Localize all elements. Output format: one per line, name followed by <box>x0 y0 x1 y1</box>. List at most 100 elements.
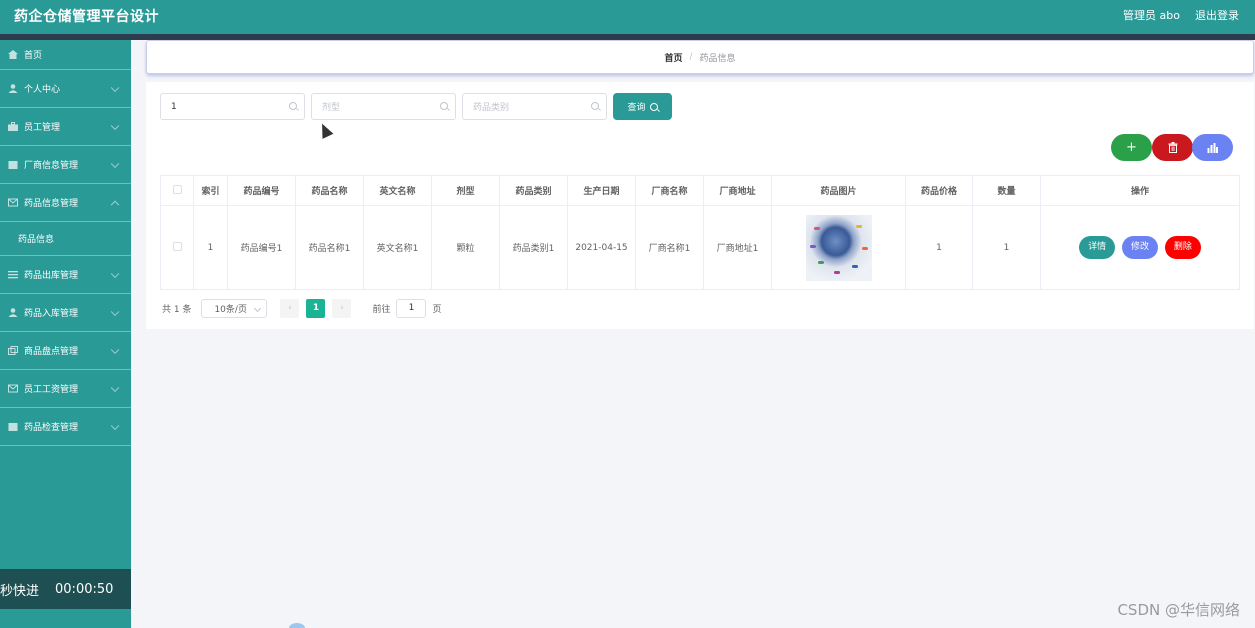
chevron-down-icon <box>110 421 120 430</box>
batch-delete-button[interactable] <box>1152 134 1193 161</box>
chevron-down-icon <box>110 121 120 130</box>
sidebar-item-label: 药品入库管理 <box>24 309 79 319</box>
column-header: 厂商地址 <box>703 175 772 206</box>
sidebar-subitem-drug-info[interactable]: 药品信息 <box>0 222 131 256</box>
vendor-name-cell: 厂商名称1 <box>635 205 704 290</box>
sidebar-item-outbound[interactable]: 药品出库管理 <box>0 256 131 294</box>
query-button[interactable]: 查询 <box>613 93 672 120</box>
search-icon <box>649 102 658 111</box>
pagination: 共 1 条 10条/页 ‹ 1 › 前往 1 页 <box>162 298 441 318</box>
column-header: 操作 <box>1040 175 1240 206</box>
index-cell: 1 <box>193 205 228 290</box>
column-header: 厂商名称 <box>635 175 704 206</box>
column-header: 药品类别 <box>499 175 568 206</box>
drug-table: 索引 药品编号 药品名称 英文名称 剂型 药品类别 生产日期 厂商名称 厂商地址… <box>160 175 1240 290</box>
query-button-label: 查询 <box>627 103 646 113</box>
statistics-button[interactable] <box>1192 134 1233 161</box>
top-header: 药企仓储管理平台设计 管理员 abo 退出登录 <box>0 0 1255 34</box>
sidebar-item-inspection[interactable]: 药品检查管理 <box>0 408 131 446</box>
breadcrumb-current: 药品信息 <box>699 53 736 64</box>
bar-chart-icon <box>1207 142 1218 153</box>
column-header: 药品名称 <box>295 175 364 206</box>
sidebar-item-label: 药品检查管理 <box>24 423 79 433</box>
sidebar-item-staff[interactable]: 员工管理 <box>0 108 131 146</box>
user-icon <box>8 308 18 317</box>
price-cell: 1 <box>905 205 973 290</box>
english-name-cell: 英文名称1 <box>363 205 432 290</box>
sidebar-item-inbound[interactable]: 药品入库管理 <box>0 294 131 332</box>
goto-label: 前往 <box>372 304 391 315</box>
drug-name-cell: 药品名称1 <box>295 205 364 290</box>
watermark: CSDN @华信网络 <box>1117 601 1240 619</box>
fast-forward-timer: 秒快进 00:00:50 <box>0 569 131 609</box>
list-icon <box>8 271 18 279</box>
column-header: 生产日期 <box>567 175 636 206</box>
next-page-button[interactable]: › <box>332 298 352 318</box>
page-suffix: 页 <box>432 304 442 315</box>
drug-category-search-input[interactable]: 药品类别 <box>462 93 607 120</box>
table-header-row: 索引 药品编号 药品名称 英文名称 剂型 药品类别 生产日期 厂商名称 厂商地址… <box>160 175 1240 206</box>
add-button[interactable]: + <box>1111 134 1152 161</box>
select-all-checkbox[interactable] <box>172 184 182 194</box>
total-count: 共 1 条 <box>162 304 192 315</box>
edit-button[interactable]: 修改 <box>1121 236 1158 259</box>
sidebar-item-drug-info[interactable]: 药品信息管理 <box>0 184 131 222</box>
drug-image-cell <box>771 205 906 290</box>
goto-page-input[interactable]: 1 <box>396 298 427 318</box>
search-icon <box>289 102 297 110</box>
sidebar-item-vendor[interactable]: 厂商信息管理 <box>0 146 131 184</box>
production-date-cell: 2021-04-15 <box>567 205 636 290</box>
chevron-down-icon <box>110 159 120 168</box>
sidebar-item-stocktake[interactable]: 商品盘点管理 <box>0 332 131 370</box>
timer-time: 00:00:50 <box>55 581 114 597</box>
plus-icon: + <box>1126 140 1137 155</box>
floating-dot-icon <box>289 623 305 628</box>
sidebar-item-home[interactable]: 首页 <box>0 40 131 70</box>
copy-icon <box>8 346 18 355</box>
sidebar-item-label: 厂商信息管理 <box>24 161 79 171</box>
page-size-select[interactable]: 10条/页 <box>201 298 268 318</box>
logout-link[interactable]: 退出登录 <box>1195 7 1239 23</box>
search-input-placeholder: 剂型 <box>322 103 341 113</box>
mail-icon <box>8 384 18 393</box>
table-row: 1 药品编号1 药品名称1 英文名称1 颗粒 药品类别1 2021-04-15 … <box>160 205 1240 290</box>
row-checkbox[interactable] <box>172 241 182 251</box>
mail-icon <box>8 198 18 207</box>
search-icon <box>440 102 448 110</box>
breadcrumb: 首页 / 药品信息 <box>146 40 1254 74</box>
drug-name-search-input[interactable]: 1 <box>160 93 305 120</box>
sidebar-item-salary[interactable]: 员工工资管理 <box>0 370 131 408</box>
sidebar-item-label: 药品信息 <box>18 235 55 245</box>
home-icon <box>8 50 18 59</box>
sidebar-item-label: 首页 <box>24 51 43 61</box>
main-card: 1 剂型 药品类别 查询 + 索引 药品编号 药品名称 英文名称 剂型 药品类别… <box>146 82 1254 329</box>
app-title: 药企仓储管理平台设计 <box>14 9 159 25</box>
sidebar-item-label: 商品盘点管理 <box>24 347 79 357</box>
sidebar-item-personal[interactable]: 个人中心 <box>0 70 131 108</box>
prev-page-button[interactable]: ‹ <box>280 298 300 318</box>
chevron-down-icon <box>110 307 120 316</box>
page-number-button[interactable]: 1 <box>306 298 326 318</box>
sidebar-item-label: 药品信息管理 <box>24 199 79 209</box>
search-icon <box>591 102 599 110</box>
chevron-down-icon <box>110 383 120 392</box>
chevron-down-icon <box>110 345 120 354</box>
chevron-down-icon <box>110 83 120 92</box>
sidebar-item-label: 个人中心 <box>24 85 61 95</box>
drug-category-cell: 药品类别1 <box>499 205 568 290</box>
chevron-up-icon <box>110 200 120 209</box>
sidebar-item-label: 员工工资管理 <box>24 385 79 395</box>
briefcase-icon <box>8 122 18 131</box>
admin-label: 管理员 abo <box>1123 9 1180 22</box>
delete-button[interactable]: 删除 <box>1164 236 1201 259</box>
column-header: 剂型 <box>431 175 500 206</box>
column-header: 索引 <box>193 175 228 206</box>
dosage-form-search-input[interactable]: 剂型 <box>311 93 456 120</box>
sidebar-item-label: 药品出库管理 <box>24 271 79 281</box>
sidebar-item-label: 员工管理 <box>24 123 61 133</box>
detail-button[interactable]: 详情 <box>1079 236 1116 259</box>
column-header: 药品图片 <box>771 175 906 206</box>
drug-image[interactable] <box>805 214 872 281</box>
breadcrumb-home[interactable]: 首页 <box>664 51 682 64</box>
actions-cell: 详情 修改 删除 <box>1040 205 1240 290</box>
